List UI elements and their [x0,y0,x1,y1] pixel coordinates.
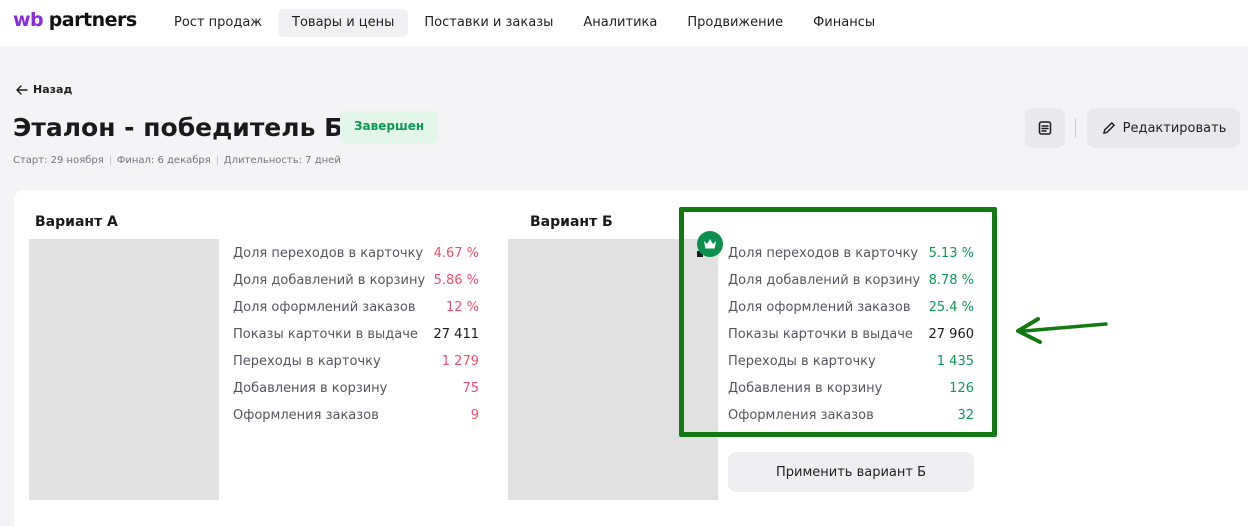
variant-a-label: Вариант А [35,214,118,230]
nav-item-finance[interactable]: Финансы [799,9,889,37]
metric-label: Доля добавлений в корзину [233,273,426,288]
duration: Длительность: 7 дней [223,155,341,166]
metric-value: 5.86 % [433,273,479,288]
metric-row: Доля добавлений в корзину 5.86 % [233,267,479,294]
annotation-highlight-box [679,207,997,437]
back-link[interactable]: Назад [16,83,72,96]
metric-value: 27 411 [433,327,480,342]
variant-a-image [29,239,219,500]
nav-item-promotion[interactable]: Продвижение [673,9,797,37]
start-date: Старт: 29 ноября [13,155,104,166]
header-divider [1075,118,1076,138]
logo-partners: partners [48,9,137,31]
status-badge: Завершен [340,111,439,144]
top-navigation-bar: wb partners Рост продаж Товары и цены По… [0,0,1248,46]
notes-icon [1038,121,1052,135]
pencil-icon [1102,121,1115,134]
metric-row: Доля оформлений заказов 12 % [233,294,479,321]
notes-button[interactable] [1025,108,1065,148]
metric-label: Добавления в корзину [233,381,388,396]
nav-item-supplies-orders[interactable]: Поставки и заказы [410,9,567,37]
annotation-arrow-icon [1016,317,1108,344]
metric-row: Оформления заказов 9 [233,402,479,429]
wb-partners-logo[interactable]: wb partners [13,9,137,31]
logo-wb: wb [13,9,44,31]
nav-item-analytics[interactable]: Аналитика [569,9,671,37]
metric-label: Доля переходов в карточку [233,246,424,261]
edit-button[interactable]: Редактировать [1087,108,1240,148]
metric-value: 4.67 % [433,246,479,261]
arrow-left-icon [16,84,28,95]
metric-value: 75 [462,381,479,396]
metric-value: 9 [470,408,479,423]
back-link-label: Назад [33,83,73,96]
metric-row: Доля переходов в карточку 4.67 % [233,240,479,267]
main-nav: Рост продаж Товары и цены Поставки и зак… [160,9,889,37]
apply-variant-b-button[interactable]: Применить вариант Б [728,452,974,492]
variant-b-label: Вариант Б [530,214,613,230]
nav-item-sales-growth[interactable]: Рост продаж [160,9,276,37]
metric-value: 12 % [445,300,479,315]
edit-button-label: Редактировать [1122,120,1227,136]
test-dates: Старт: 29 ноября Финал: 6 декабря Длител… [13,155,341,166]
metric-value: 1 279 [441,354,479,369]
divider [109,156,111,165]
variant-a-metrics: Доля переходов в карточку 4.67 % Доля до… [233,240,479,429]
metric-label: Переходы в карточку [233,354,381,369]
metric-row: Добавления в корзину 75 [233,375,479,402]
metric-label: Оформления заказов [233,408,379,423]
finish-date: Финал: 6 декабря [116,155,211,166]
metric-row: Показы карточки в выдаче 27 411 [233,321,479,348]
metric-label: Показы карточки в выдаче [233,327,418,342]
nav-item-products-prices[interactable]: Товары и цены [278,9,409,37]
divider [216,156,218,165]
metric-label: Доля оформлений заказов [233,300,416,315]
metric-row: Переходы в карточку 1 279 [233,348,479,375]
page-title: Эталон - победитель Б [13,113,344,142]
